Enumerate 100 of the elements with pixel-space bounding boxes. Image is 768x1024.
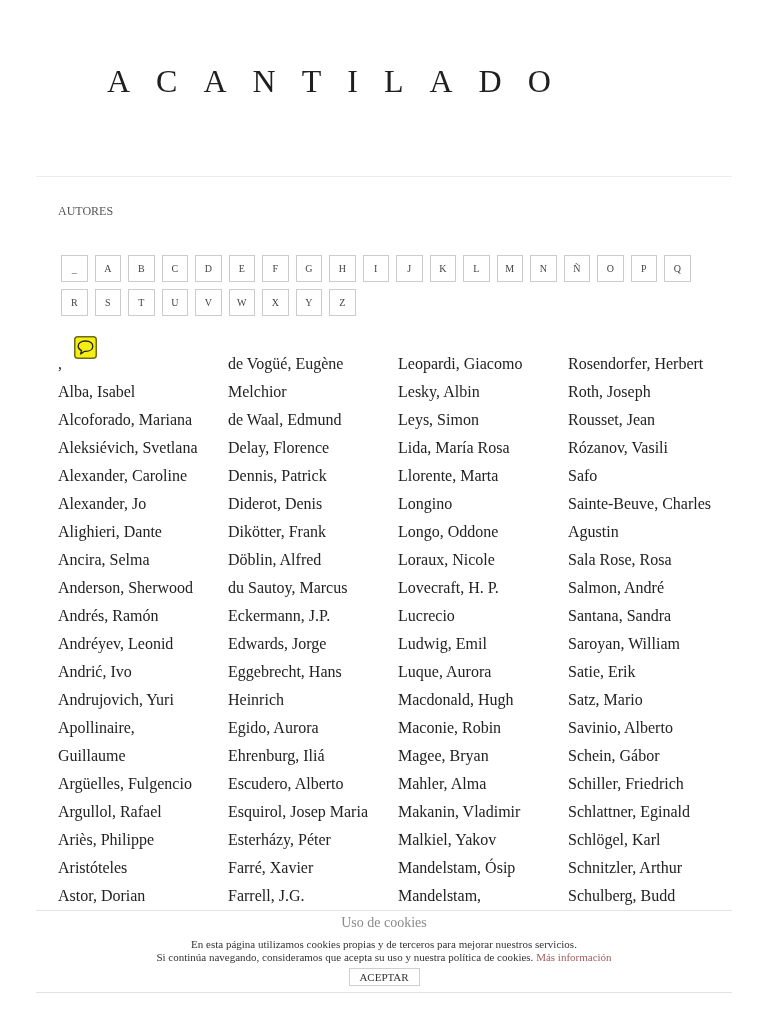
letter-filter-button[interactable]: G xyxy=(295,255,322,282)
author-link[interactable]: Rousset, Jean xyxy=(568,406,656,434)
author-link[interactable]: Santana, Sandra xyxy=(568,602,672,630)
author-link[interactable]: Diderot, Denis xyxy=(228,490,323,518)
author-link[interactable]: du Sautoy, Marcus xyxy=(228,574,348,602)
author-link[interactable]: Schnitzler, Arthur xyxy=(568,854,682,882)
author-link[interactable]: Mandelstam, Ósip xyxy=(398,854,516,882)
author-link[interactable]: Satie, Erik xyxy=(568,658,636,686)
author-link[interactable]: Luque, Aurora xyxy=(398,658,492,686)
author-link[interactable]: Schlattner, Eginald xyxy=(568,798,690,826)
author-link[interactable]: Loraux, Nicole xyxy=(398,546,495,574)
author-link[interactable]: Farrell, J.G. xyxy=(228,882,305,910)
more-info-link[interactable]: Más información xyxy=(536,951,612,963)
author-link[interactable]: Eckermann, J.P. xyxy=(228,602,331,630)
author-link[interactable]: Alexander, Caroline xyxy=(58,462,188,490)
letter-filter-button[interactable]: R xyxy=(61,289,88,316)
author-link[interactable]: Schiller, Friedrich xyxy=(568,770,684,798)
author-link[interactable]: Egido, Aurora xyxy=(228,714,319,742)
letter-filter-button[interactable]: F xyxy=(262,255,289,282)
author-link[interactable]: Satz, Mario xyxy=(568,686,643,714)
letter-filter-button[interactable]: C xyxy=(161,255,188,282)
site-logo[interactable]: ACANTILADO xyxy=(107,63,577,99)
author-link[interactable]: Macdonald, Hugh xyxy=(398,686,514,714)
letter-filter-button[interactable]: P xyxy=(630,255,657,282)
author-link[interactable]: Esterházy, Péter xyxy=(228,826,331,854)
letter-filter-button[interactable]: O xyxy=(597,255,624,282)
author-link[interactable]: Lesky, Albin xyxy=(398,378,480,406)
author-link[interactable]: Alcoforado, Mariana xyxy=(58,406,193,434)
author-link[interactable]: Schlögel, Karl xyxy=(568,826,661,854)
author-link[interactable]: Anderson, Sherwood xyxy=(58,574,194,602)
letter-filter-button[interactable]: A xyxy=(94,255,121,282)
letter-filter-button[interactable]: H xyxy=(329,255,356,282)
author-link[interactable]: Esquirol, Josep Maria xyxy=(228,798,368,826)
letter-filter-button[interactable]: Ñ xyxy=(563,255,590,282)
letter-filter-button[interactable]: X xyxy=(262,289,289,316)
letter-filter-button[interactable]: J xyxy=(396,255,423,282)
letter-filter-button[interactable]: S xyxy=(94,289,121,316)
letter-filter-button[interactable]: D xyxy=(195,255,222,282)
letter-filter-button[interactable]: B xyxy=(128,255,155,282)
letter-filter-button[interactable]: V xyxy=(195,289,222,316)
author-link[interactable]: Schulberg, Budd xyxy=(568,882,676,910)
author-link[interactable]: Dennis, Patrick xyxy=(228,462,327,490)
author-link[interactable]: Andrić, Ivo xyxy=(58,658,132,686)
author-link[interactable]: Longo, Oddone xyxy=(398,518,499,546)
letter-filter-button[interactable]: Y xyxy=(295,289,322,316)
author-link[interactable]: Escudero, Alberto xyxy=(228,770,344,798)
letter-filter-button[interactable]: T xyxy=(128,289,155,316)
author-link[interactable]: Andrés, Ramón xyxy=(58,602,159,630)
author-link[interactable]: Aristóteles xyxy=(58,854,128,882)
author-link[interactable]: Andrujovich, Yuri xyxy=(58,686,174,714)
author-link[interactable]: Rózanov, Vasili xyxy=(568,434,668,462)
author-link[interactable]: Döblin, Alfred xyxy=(228,546,322,574)
letter-filter-button[interactable]: N xyxy=(530,255,557,282)
author-link[interactable]: Lovecraft, H. P. xyxy=(398,574,499,602)
letter-filter-button[interactable]: E xyxy=(228,255,255,282)
author-link[interactable]: Sala Rose, Rosa xyxy=(568,546,672,574)
author-link[interactable]: Eggebrecht, Hans Heinrich xyxy=(228,658,373,714)
author-link[interactable]: Rosendorfer, Herbert xyxy=(568,350,704,378)
author-link[interactable]: Sainte-Beuve, Charles Agustin xyxy=(568,490,713,546)
author-link[interactable]: Alba, Isabel xyxy=(58,378,136,406)
author-link[interactable]: Ludwig, Emil xyxy=(398,630,487,658)
accept-button[interactable]: ACEPTAR xyxy=(348,968,420,986)
author-link[interactable]: Magee, Bryan xyxy=(398,742,489,770)
author-link[interactable]: Apollinaire, Guillaume xyxy=(58,714,203,770)
author-link[interactable]: Mandelstam, xyxy=(398,882,482,910)
author-link[interactable]: Maconie, Robin xyxy=(398,714,502,742)
letter-filter-button[interactable]: K xyxy=(429,255,456,282)
author-link[interactable]: Alexander, Jo xyxy=(58,490,147,518)
letter-filter-button[interactable]: Z xyxy=(329,289,356,316)
author-link[interactable]: Leopardi, Giacomo xyxy=(398,350,523,378)
author-link[interactable]: Farré, Xavier xyxy=(228,854,314,882)
author-link[interactable]: Llorente, Marta xyxy=(398,462,499,490)
letter-filter-button[interactable]: I xyxy=(362,255,389,282)
author-link[interactable]: Saroyan, William xyxy=(568,630,680,658)
author-link[interactable]: Andréyev, Leonid xyxy=(58,630,174,658)
author-link[interactable]: de Waal, Edmund xyxy=(228,406,342,434)
letter-filter-button[interactable]: M xyxy=(496,255,523,282)
author-link[interactable]: Safo xyxy=(568,462,598,490)
author-link[interactable]: Lucrecio xyxy=(398,602,455,630)
author-link[interactable]: Argullol, Rafael xyxy=(58,798,162,826)
letter-filter-button[interactable]: Q xyxy=(664,255,691,282)
author-link[interactable]: Schein, Gábor xyxy=(568,742,660,770)
letter-filter-button[interactable]: W xyxy=(228,289,255,316)
author-link[interactable]: Lida, María Rosa xyxy=(398,434,510,462)
author-link[interactable]: Delay, Florence xyxy=(228,434,330,462)
author-link[interactable]: Astor, Dorian xyxy=(58,882,146,910)
letter-filter-button[interactable]: L xyxy=(463,255,490,282)
author-link[interactable]: Dikötter, Frank xyxy=(228,518,326,546)
author-link[interactable]: Ariès, Philippe xyxy=(58,826,154,854)
author-link[interactable]: Aleksiévich, Svetlana xyxy=(58,434,198,462)
author-link[interactable]: Malkiel, Yakov xyxy=(398,826,497,854)
author-link[interactable]: Edwards, Jorge xyxy=(228,630,327,658)
author-link[interactable]: Longino xyxy=(398,490,453,518)
author-link[interactable]: Leys, Simon xyxy=(398,406,479,434)
author-link[interactable]: Mahler, Alma xyxy=(398,770,487,798)
author-link[interactable]: Ehrenburg, Iliá xyxy=(228,742,325,770)
author-link[interactable]: Roth, Joseph xyxy=(568,378,651,406)
letter-filter-button[interactable]: _ xyxy=(61,255,88,282)
author-link[interactable]: Argüelles, Fulgencio xyxy=(58,770,192,798)
author-link[interactable]: Alighieri, Dante xyxy=(58,518,162,546)
